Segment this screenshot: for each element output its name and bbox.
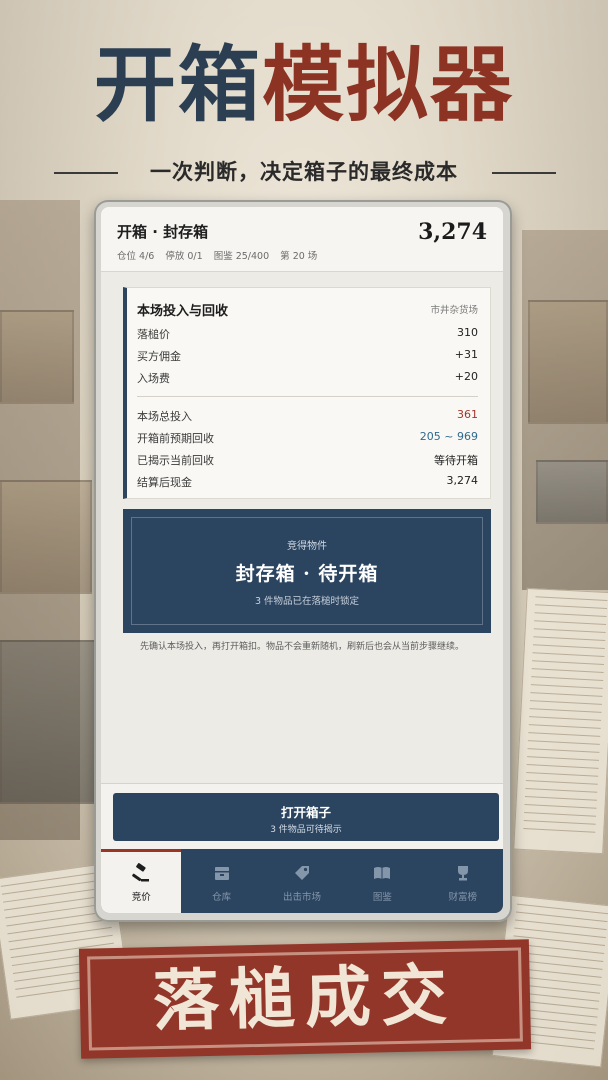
trophy-icon [423,863,503,883]
row-label: 结算后现金 [137,476,192,489]
crate [528,300,608,424]
clipboard-paper [513,587,608,855]
row-buyer-commission: 买方佣金 +31 [137,348,478,366]
subtitle-text: 一次判断，决定箱子的最终成本 [150,159,458,184]
row-revealed-return: 已揭示当前回收 等待开箱 [137,452,478,470]
price-tag-icon [262,863,342,883]
row-entry-fee: 入场费 +20 [137,370,478,388]
status-meta: 仓位 4/6 停放 0/1 图鉴 25/400 第 20 场 [117,248,325,262]
row-label: 入场费 [137,372,170,385]
row-total-investment: 本场总投入 361 [137,408,478,426]
parking-count: 停放 0/1 [165,251,203,262]
row-value: +31 [454,348,478,361]
row-value: 等待开箱 [434,454,478,467]
won-lot-panel: 竞得物件 封存箱 · 待开箱 3 件物品已在落槌时锁定 [123,509,491,633]
row-label: 已揭示当前回收 [137,454,214,467]
row-cash-after-settlement: 结算后现金 3,274 [137,474,478,492]
cash-balance: 3,274 [418,219,487,245]
market-source: 市井杂货场 [430,305,478,316]
phone-frame: 开箱 · 封存箱 3,274 仓位 4/6 停放 0/1 图鉴 25/400 第… [94,200,512,922]
row-value: +20 [454,370,478,383]
action-bar: 打开箱子 3 件物品可待揭示 [101,783,503,850]
deal-stamp-banner: 落槌成交 [78,939,532,1059]
lot-detail: 3 件物品已在落槌时锁定 [254,596,360,607]
slot-count: 仓位 4/6 [117,251,155,262]
warehouse-box-icon [181,863,261,883]
title-right: 模拟器 [262,37,515,133]
row-label: 开箱前预期回收 [137,432,214,445]
collection-count: 图鉴 25/400 [213,251,270,262]
metal-chest [0,640,100,804]
row-hammer-price: 落槌价 310 [137,326,478,344]
tab-label: 竞价 [131,892,151,903]
open-box-button[interactable]: 打开箱子 3 件物品可待揭示 [113,793,499,841]
tab-warehouse[interactable]: 仓库 [181,849,261,913]
open-box-label: 打开箱子 [280,805,331,820]
tab-bidding[interactable]: 竞价 [101,849,182,913]
card-title: 本场投入与回收 [137,304,229,319]
title-left: 开箱 [93,37,262,133]
row-label: 落槌价 [137,328,170,341]
app-header: 开箱 · 封存箱 3,274 仓位 4/6 停放 0/1 图鉴 25/400 第… [101,207,503,272]
tab-label: 出击市场 [282,892,321,903]
tab-collection[interactable]: 图鉴 [342,849,422,913]
open-box-sublabel: 3 件物品可待揭示 [270,825,342,835]
divider [137,396,478,397]
row-value: 205 ~ 969 [419,430,478,443]
tab-leaderboard[interactable]: 财富榜 [423,849,503,913]
tab-market[interactable]: 出击市场 [262,849,342,913]
tab-label: 仓库 [212,892,232,903]
bottom-tab-bar: 竞价 仓库 出击市场 图鉴 财富榜 [101,849,503,913]
lot-name: 封存箱 · 待开箱 [235,563,379,585]
row-value: 361 [457,408,478,421]
round-number: 第 20 场 [280,251,318,262]
app-screen: 开箱 · 封存箱 3,274 仓位 4/6 停放 0/1 图鉴 25/400 第… [101,207,503,913]
row-label: 买方佣金 [137,350,181,363]
poster-subtitle: 一次判断，决定箱子的最终成本 [0,156,608,190]
investment-summary-card: 本场投入与回收 市井杂货场 落槌价 310 买方佣金 +31 入场费 +20 本… [123,287,491,499]
row-expected-return: 开箱前预期回收 205 ~ 969 [137,430,478,448]
tab-label: 财富榜 [448,892,478,903]
stamp-text: 落槌成交 [152,955,458,1041]
row-value: 310 [457,326,478,339]
open-book-icon [342,863,422,883]
page-title: 开箱 · 封存箱 [117,223,209,241]
crate [0,480,92,594]
crate [0,310,74,404]
row-value: 3,274 [446,474,479,487]
lot-label: 竞得物件 [287,541,327,552]
tab-label: 图鉴 [372,892,392,903]
poster-title: 开箱模拟器 [0,30,608,140]
instruction-note: 先确认本场投入，再打开箱扣。物品不会重新随机，刷新后也会从当前步骤继续。 [139,642,464,652]
gavel-icon [101,863,181,883]
crate [536,460,608,524]
row-label: 本场总投入 [137,410,192,423]
